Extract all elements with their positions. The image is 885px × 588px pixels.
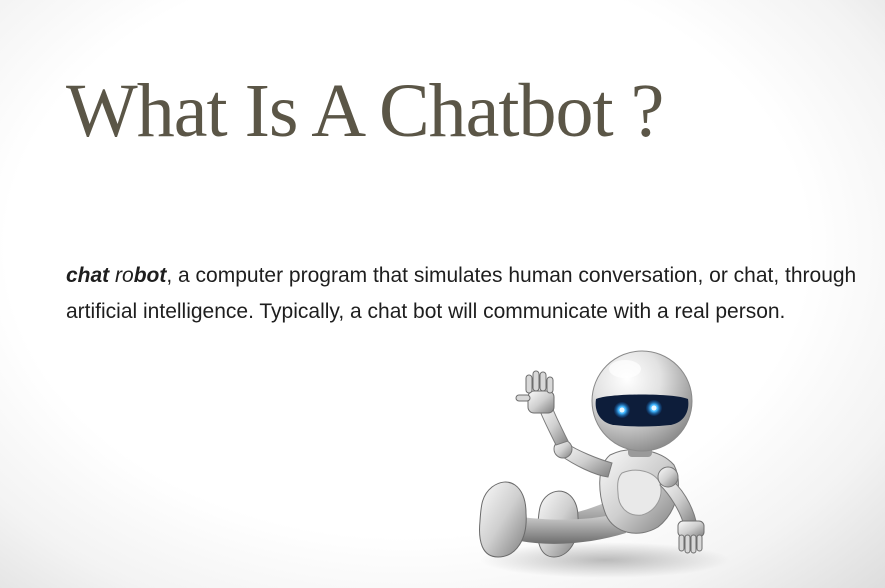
definition-term-robot-light: ro: [115, 264, 134, 287]
slide-title: What Is A Chatbot ?: [66, 69, 664, 153]
definition-term-chat: chat: [66, 264, 110, 287]
robot-shoulder-right: [657, 466, 679, 488]
definition-term-robot: robot: [115, 264, 166, 287]
robot-hand-waving: [515, 370, 555, 414]
slide: What Is A Chatbot ? chat robot, a comput…: [0, 0, 885, 588]
robot-hand-right: [677, 520, 705, 554]
robot-eye-left-glint: [619, 407, 625, 413]
robot-visor: [595, 394, 689, 427]
definition-term-robot-bold: bot: [133, 264, 167, 287]
robot-eye-right-glint: [651, 405, 657, 411]
robot-foot-front: [479, 481, 527, 558]
robot-icon: [479, 350, 730, 578]
robot-head-highlight: [609, 360, 641, 378]
definition-paragraph: chat robot, a computer program that simu…: [66, 258, 861, 330]
definition-text: , a computer program that simulates huma…: [66, 264, 857, 323]
